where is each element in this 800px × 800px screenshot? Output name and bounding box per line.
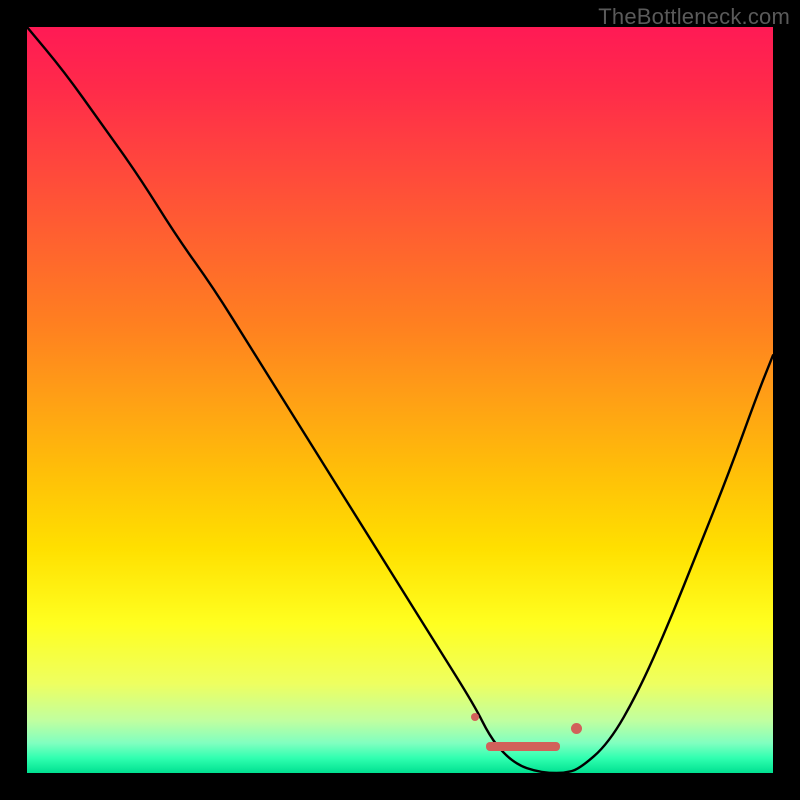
highlight-marker [571,723,582,734]
curve-layer [27,27,773,773]
highlight-bar [486,742,561,751]
chart-frame: TheBottleneck.com [0,0,800,800]
plot-area [27,27,773,773]
highlight-marker [471,713,479,721]
bottleneck-curve [27,27,773,773]
